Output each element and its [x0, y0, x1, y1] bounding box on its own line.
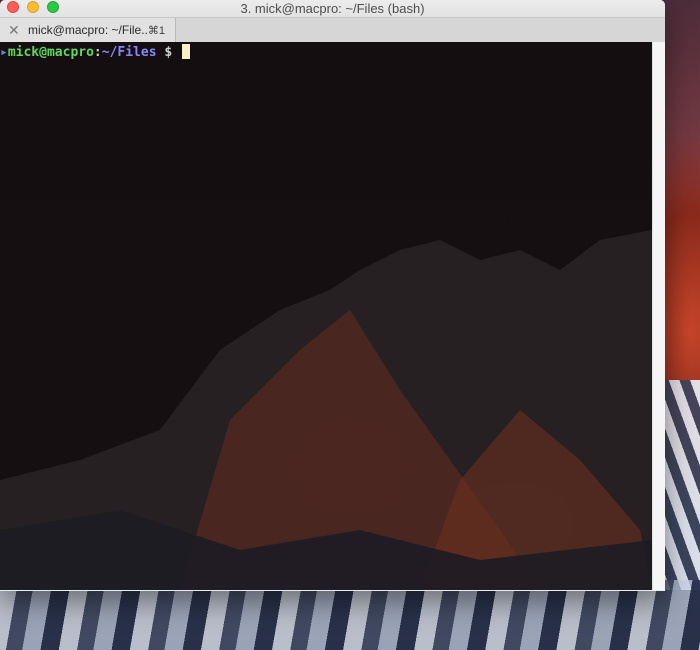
minimize-window-button[interactable] [27, 1, 39, 13]
terminal-window: 3. mick@macpro: ~/Files (bash) ✕ mick@ma… [0, 0, 665, 591]
prompt-symbol: $ [156, 45, 181, 60]
prompt-separator: : [93, 45, 102, 60]
tab-label: mick@macpro: ~/File... [28, 23, 148, 37]
terminal-output[interactable]: ▸mick@macpro:~/Files $ [0, 42, 652, 590]
vertical-scrollbar[interactable] [652, 42, 665, 590]
text-cursor [182, 44, 191, 59]
tab-bar: ✕ mick@macpro: ~/File... ⌘1 [0, 17, 665, 43]
prompt-path: ~/Files [101, 45, 157, 60]
prompt-user: mick@macpro [7, 45, 94, 60]
tab-shortcut: ⌘1 [147, 24, 165, 37]
title-bar[interactable]: 3. mick@macpro: ~/Files (bash) [0, 0, 665, 17]
traffic-lights [7, 1, 59, 13]
shell-prompt-line: ▸mick@macpro:~/Files $ [0, 44, 191, 61]
wallpaper-snow-right [660, 380, 700, 590]
triangle-right-icon: ▸ [0, 45, 8, 60]
window-title: 3. mick@macpro: ~/Files (bash) [240, 1, 425, 16]
zoom-window-button[interactable] [47, 1, 59, 13]
close-window-button[interactable] [7, 1, 19, 13]
close-icon[interactable]: ✕ [8, 23, 20, 37]
wallpaper-mountains [0, 230, 652, 590]
tab-session-1[interactable]: ✕ mick@macpro: ~/File... ⌘1 [0, 18, 176, 42]
